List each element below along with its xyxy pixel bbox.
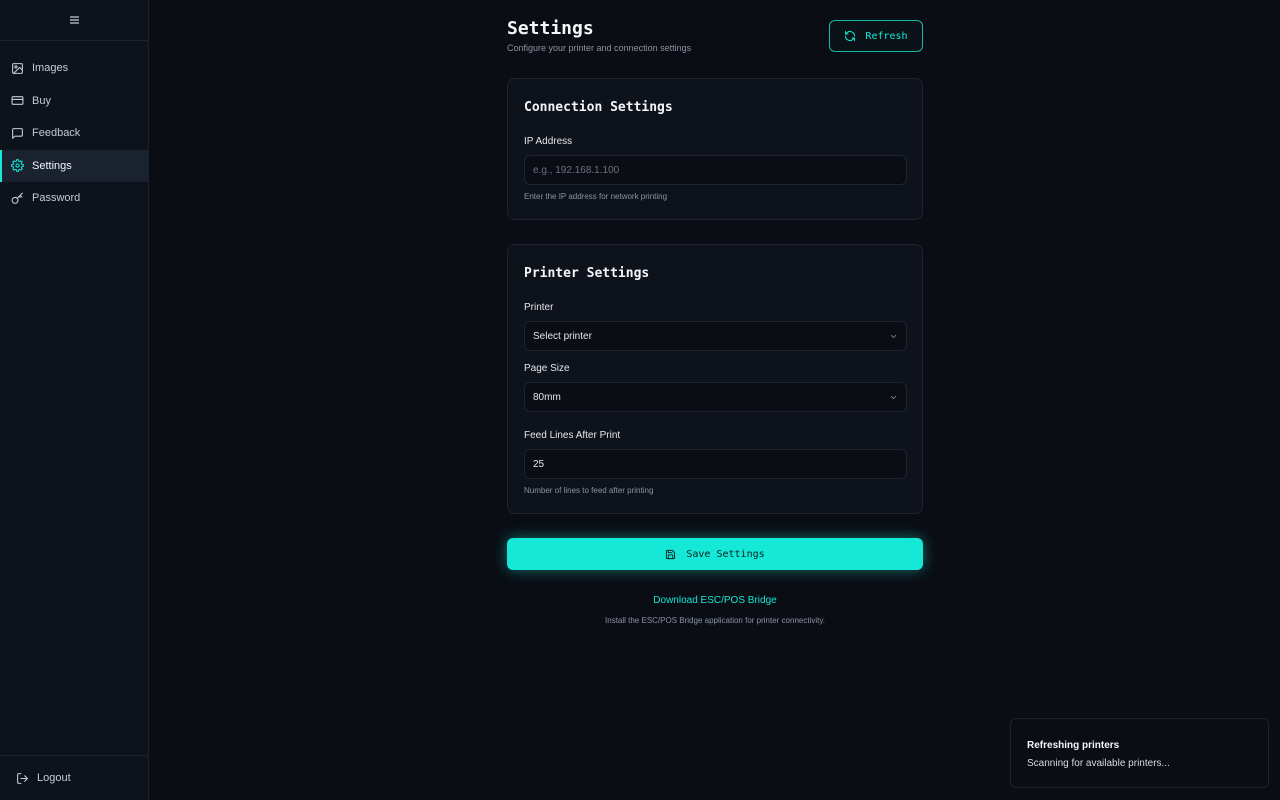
logout-label: Logout [37, 772, 71, 784]
ip-address-label: IP Address [524, 136, 573, 147]
refresh-button[interactable]: Refresh [829, 20, 923, 52]
ip-address-helper: Enter the IP address for network printin… [524, 192, 668, 201]
page-size-select-value: 80mm [533, 391, 561, 403]
sidebar-item-password[interactable]: Password [0, 182, 148, 215]
download-bridge-link[interactable]: Download ESC/POS Bridge [507, 595, 923, 606]
toast-notification: Refreshing printers Scanning for availab… [1010, 718, 1269, 788]
chevron-down-icon [889, 393, 898, 402]
feed-lines-helper: Number of lines to feed after printing [524, 486, 654, 495]
message-square-icon [11, 127, 24, 140]
feed-lines-input[interactable] [524, 449, 907, 479]
gear-icon [11, 159, 24, 173]
feed-lines-label: Feed Lines After Print [524, 430, 621, 441]
sidebar-item-label: Feedback [32, 127, 81, 140]
sidebar-item-images[interactable]: Images [0, 52, 148, 85]
logout-icon [16, 772, 29, 785]
sidebar-item-settings[interactable]: Settings [0, 149, 148, 182]
sidebar-item-label: Settings [32, 159, 72, 172]
toast-title: Refreshing printers [1027, 740, 1120, 751]
page-size-label: Page Size [524, 363, 570, 374]
printer-settings-title: Printer Settings [524, 266, 650, 281]
ip-address-input[interactable] [524, 155, 907, 185]
hamburger-icon[interactable] [66, 12, 82, 28]
image-icon [11, 62, 24, 75]
sidebar-nav: Images Buy Feedback Settings Password [0, 41, 148, 215]
page-title: Settings [507, 18, 594, 39]
connection-settings-title: Connection Settings [524, 100, 673, 115]
sidebar: Images Buy Feedback Settings Password Lo… [0, 0, 149, 800]
page-subtitle: Configure your printer and connection se… [507, 43, 692, 53]
sidebar-header [0, 0, 148, 41]
printer-label: Printer [524, 302, 554, 313]
sidebar-item-buy[interactable]: Buy [0, 85, 148, 118]
sidebar-item-label: Buy [32, 94, 51, 107]
chevron-down-icon [889, 332, 898, 341]
key-icon [11, 192, 24, 205]
toast-description: Scanning for available printers... [1027, 758, 1170, 769]
sidebar-item-label: Images [32, 62, 69, 75]
refresh-label: Refresh [865, 30, 908, 42]
printer-settings-card: Printer Settings Printer Select printer … [507, 244, 923, 514]
connection-settings-card: Connection Settings IP Address Enter the… [507, 78, 923, 220]
credit-card-icon [11, 94, 24, 107]
save-settings-label: Save Settings [686, 548, 765, 560]
refresh-icon [844, 30, 856, 42]
download-bridge-description: Install the ESC/POS Bridge application f… [605, 616, 825, 625]
page-size-select[interactable]: 80mm [524, 382, 907, 412]
save-settings-button[interactable]: Save Settings [507, 538, 923, 570]
logout-button[interactable]: Logout [0, 755, 148, 800]
printer-select-value: Select printer [533, 330, 592, 342]
sidebar-item-label: Password [32, 192, 81, 205]
save-icon [665, 549, 676, 560]
printer-select[interactable]: Select printer [524, 321, 907, 351]
sidebar-item-feedback[interactable]: Feedback [0, 117, 148, 150]
